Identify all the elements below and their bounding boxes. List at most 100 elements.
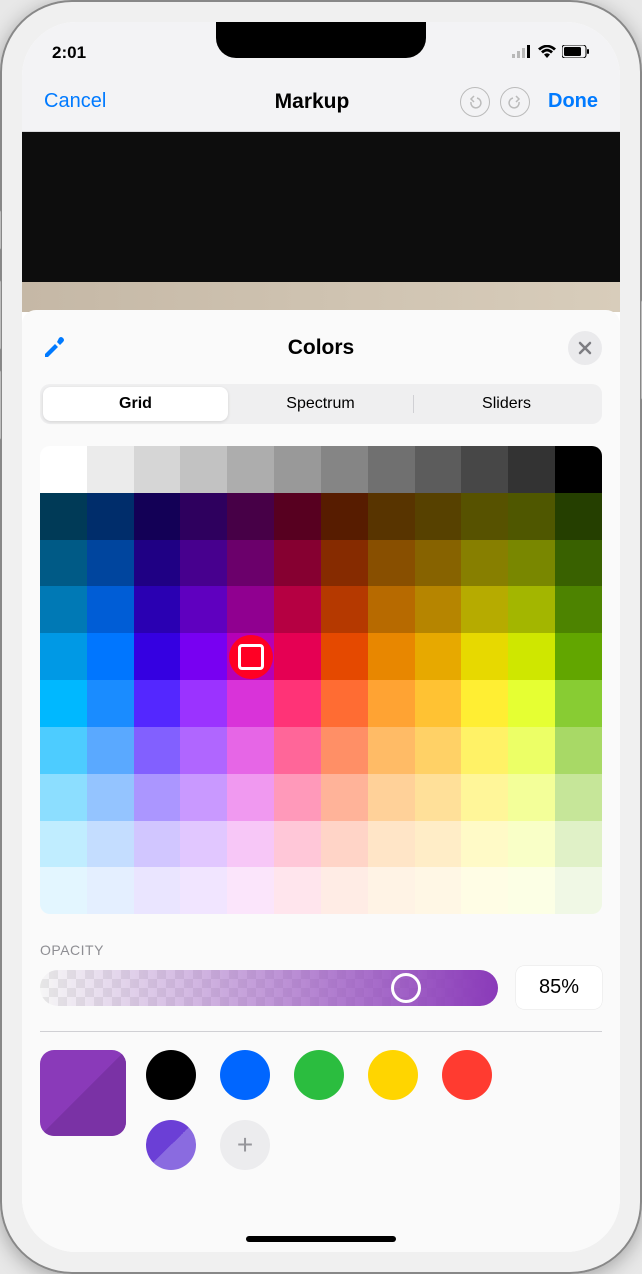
color-cell[interactable] (555, 867, 602, 914)
color-cell[interactable] (180, 774, 227, 821)
color-cell[interactable] (180, 540, 227, 587)
color-cell[interactable] (508, 821, 555, 868)
color-cell[interactable] (415, 680, 462, 727)
color-cell[interactable] (227, 774, 274, 821)
color-cell[interactable] (134, 867, 181, 914)
color-cell[interactable] (227, 727, 274, 774)
color-cell[interactable] (555, 727, 602, 774)
color-cell[interactable] (227, 493, 274, 540)
color-cell[interactable] (508, 867, 555, 914)
color-cell[interactable] (415, 867, 462, 914)
color-cell[interactable] (461, 727, 508, 774)
color-grid[interactable] (40, 446, 602, 914)
photo-canvas[interactable] (22, 132, 620, 312)
color-cell[interactable] (274, 493, 321, 540)
color-cell[interactable] (368, 680, 415, 727)
color-cell[interactable] (40, 446, 87, 493)
color-cell[interactable] (368, 633, 415, 680)
color-cell[interactable] (461, 540, 508, 587)
home-indicator[interactable] (246, 1236, 396, 1242)
color-cell[interactable] (555, 540, 602, 587)
color-cell[interactable] (40, 680, 87, 727)
color-cell[interactable] (274, 680, 321, 727)
color-cell[interactable] (274, 867, 321, 914)
preset-swatch[interactable] (368, 1050, 418, 1100)
color-cell[interactable] (368, 446, 415, 493)
color-cell[interactable] (508, 446, 555, 493)
color-cell[interactable] (415, 727, 462, 774)
color-cell[interactable] (274, 633, 321, 680)
color-cell[interactable] (415, 493, 462, 540)
color-cell[interactable] (134, 493, 181, 540)
color-cell[interactable] (508, 540, 555, 587)
color-cell[interactable] (134, 680, 181, 727)
redo-button[interactable] (500, 87, 530, 117)
color-cell[interactable] (40, 586, 87, 633)
color-cell[interactable] (180, 586, 227, 633)
color-cell[interactable] (180, 680, 227, 727)
color-cell[interactable] (227, 540, 274, 587)
color-cell[interactable] (227, 821, 274, 868)
color-cell[interactable] (368, 493, 415, 540)
color-cell[interactable] (508, 633, 555, 680)
color-cell[interactable] (461, 774, 508, 821)
color-cell[interactable] (508, 680, 555, 727)
color-cell[interactable] (227, 680, 274, 727)
color-cell[interactable] (40, 540, 87, 587)
cancel-button[interactable]: Cancel (44, 90, 106, 113)
color-cell[interactable] (368, 821, 415, 868)
color-cell[interactable] (555, 633, 602, 680)
color-cell[interactable] (461, 633, 508, 680)
color-cell[interactable] (555, 680, 602, 727)
color-cell[interactable] (368, 867, 415, 914)
color-cell[interactable] (40, 774, 87, 821)
color-cell[interactable] (134, 774, 181, 821)
color-cell[interactable] (461, 586, 508, 633)
opacity-value[interactable]: 85% (516, 966, 602, 1009)
preset-swatch[interactable] (220, 1050, 270, 1100)
done-button[interactable]: Done (548, 90, 598, 113)
color-cell[interactable] (180, 493, 227, 540)
color-cell[interactable] (321, 446, 368, 493)
color-cell[interactable] (368, 774, 415, 821)
tab-sliders[interactable]: Sliders (414, 387, 599, 421)
color-cell[interactable] (40, 867, 87, 914)
color-cell[interactable] (321, 633, 368, 680)
color-cell[interactable] (40, 821, 87, 868)
color-cell[interactable] (87, 493, 134, 540)
color-cell[interactable] (274, 774, 321, 821)
color-cell[interactable] (461, 867, 508, 914)
opacity-slider[interactable] (40, 970, 498, 1006)
color-cell[interactable] (321, 727, 368, 774)
color-cell[interactable] (87, 586, 134, 633)
color-cell[interactable] (274, 540, 321, 587)
color-cell[interactable] (555, 774, 602, 821)
color-cell[interactable] (461, 821, 508, 868)
tab-spectrum[interactable]: Spectrum (228, 387, 413, 421)
color-cell[interactable] (461, 680, 508, 727)
color-cell[interactable] (321, 867, 368, 914)
color-cell[interactable] (227, 867, 274, 914)
color-cell[interactable] (368, 540, 415, 587)
color-cell[interactable] (134, 446, 181, 493)
color-cell[interactable] (87, 446, 134, 493)
color-cell[interactable] (555, 821, 602, 868)
color-cell[interactable] (87, 633, 134, 680)
color-cell[interactable] (87, 821, 134, 868)
color-cell[interactable] (40, 493, 87, 540)
color-cell[interactable] (40, 727, 87, 774)
color-cell[interactable] (134, 586, 181, 633)
color-cell[interactable] (321, 493, 368, 540)
color-cell[interactable] (415, 633, 462, 680)
color-cell[interactable] (87, 680, 134, 727)
color-cell[interactable] (87, 540, 134, 587)
preset-swatch[interactable] (442, 1050, 492, 1100)
color-cell[interactable] (555, 493, 602, 540)
color-cell[interactable] (415, 540, 462, 587)
color-cell[interactable] (508, 586, 555, 633)
color-cell[interactable] (368, 586, 415, 633)
color-cell[interactable] (134, 821, 181, 868)
color-cell[interactable] (508, 727, 555, 774)
color-cell[interactable] (321, 821, 368, 868)
tab-grid[interactable]: Grid (43, 387, 228, 421)
